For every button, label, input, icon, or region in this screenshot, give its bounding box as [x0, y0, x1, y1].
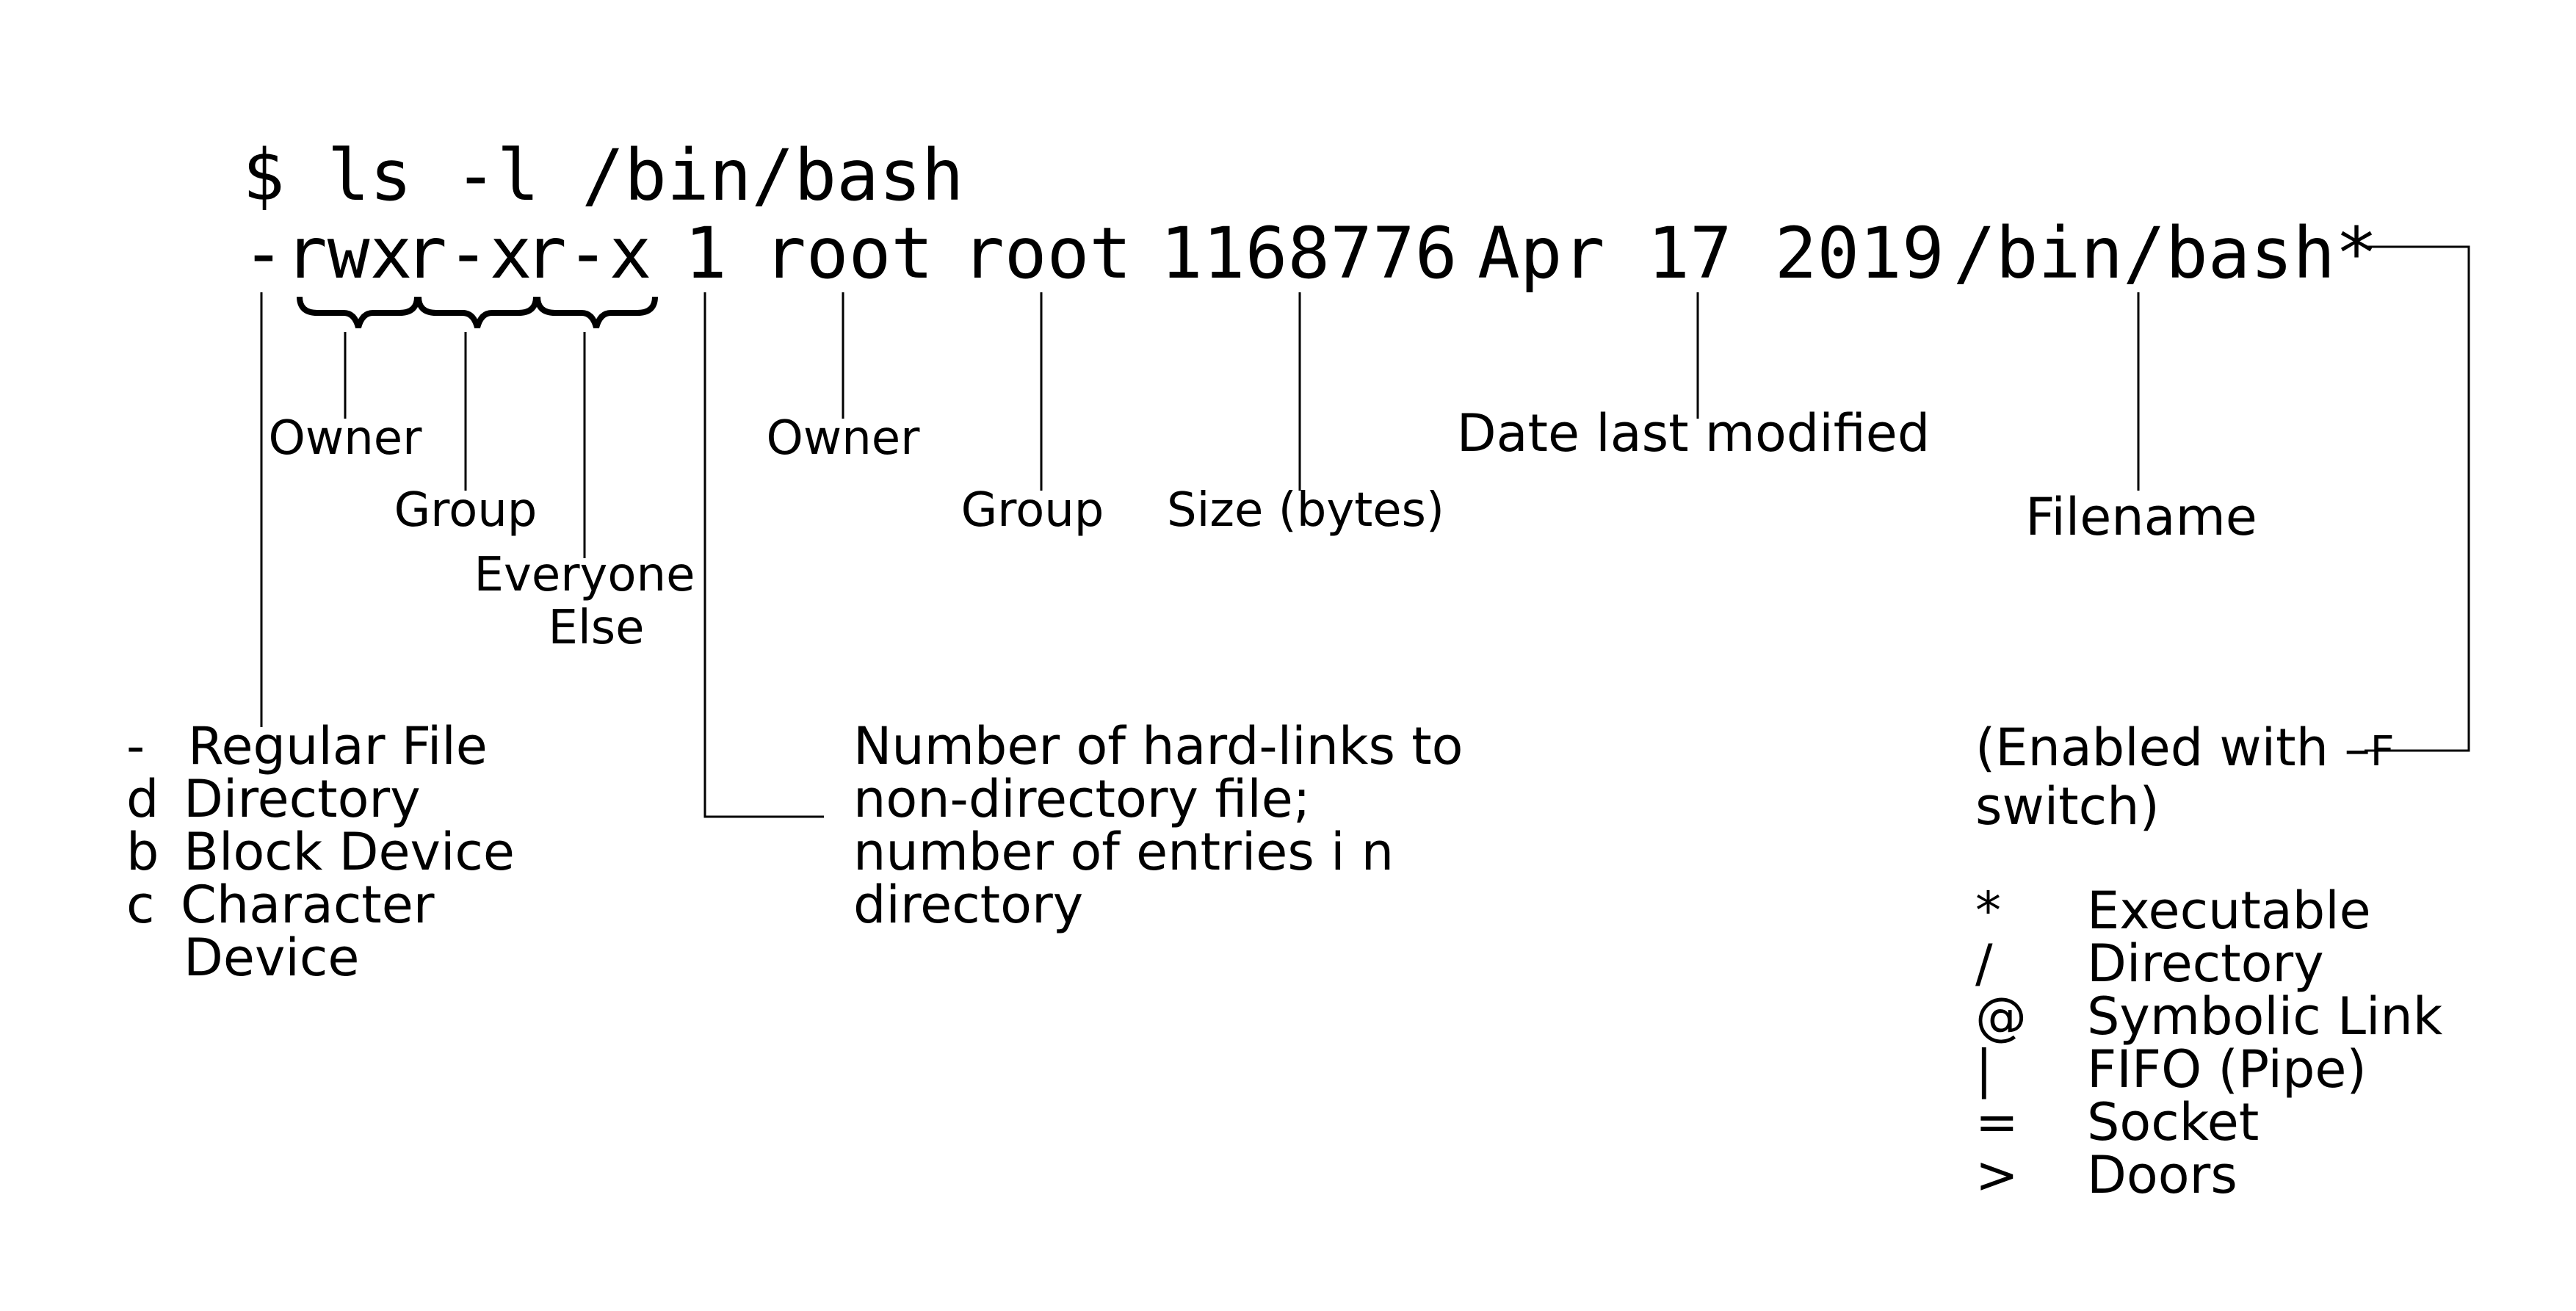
command-prompt: $ ls -l /bin/bash: [242, 134, 964, 217]
links-note-line: Number of hard-links to: [853, 716, 1463, 776]
switch-note-prefix: (Enabled with −F: [1975, 718, 2395, 778]
permission-braces: [297, 296, 658, 329]
indicator-meaning: Directory: [2087, 933, 2324, 994]
modified-date: Apr 17 2019: [1477, 212, 1944, 295]
label-perm-group: Group: [394, 483, 538, 538]
file-type-desc: Regular File: [188, 716, 488, 776]
file-type-desc: Character: [181, 875, 435, 935]
indicator-symbol: >: [1975, 1145, 2019, 1205]
file-type-code: b: [126, 822, 159, 882]
label-date: Date last modified: [1457, 403, 1931, 463]
file-type-code: c: [126, 875, 155, 935]
links-note-line: directory: [853, 875, 1083, 935]
indicator-meaning: Executable: [2087, 881, 2371, 941]
brace-other: [535, 296, 658, 329]
switch-note-line2: switch): [1975, 776, 2160, 837]
link-count: 1: [684, 212, 727, 295]
links-note-line: number of entries i n: [853, 822, 1394, 882]
links-note-line: non-directory file;: [853, 769, 1310, 829]
ls-output-line: - rwx r-x r-x 1 root root 1168776 Apr 17…: [242, 212, 2378, 295]
perm-other: r-x: [524, 212, 651, 295]
perm-group: r-x: [405, 212, 532, 295]
owner-name: root: [764, 212, 933, 295]
indicator-symbol: =: [1975, 1092, 2019, 1152]
indicator-meaning: Symbolic Link: [2087, 986, 2443, 1047]
file-type-code: -: [126, 716, 145, 776]
switch-note: (Enabled with −F switch): [1975, 718, 2395, 837]
ls-output-diagram: $ ls -l /bin/bash - rwx r-x r-x 1 root r…: [0, 0, 2576, 1311]
file-size: 1168776: [1160, 212, 1458, 295]
field-labels: Owner Group Everyone Else Owner Group Si…: [269, 403, 2257, 655]
label-perm-other-1: Everyone: [474, 548, 695, 602]
label-owner: Owner: [767, 411, 921, 466]
perm-owner: rwx: [285, 212, 412, 295]
brace-owner: [297, 296, 420, 329]
file-type-desc: Block Device: [184, 822, 515, 882]
indicator-legend: * Executable / Directory @ Symbolic Link…: [1975, 881, 2443, 1205]
indicator-symbol: @: [1975, 986, 2027, 1047]
indicator-meaning: Doors: [2087, 1145, 2237, 1205]
diagram-canvas: $ ls -l /bin/bash - rwx r-x r-x 1 root r…: [126, 134, 2470, 1205]
file-type-desc: Directory: [184, 769, 421, 829]
label-size: Size (bytes): [1167, 483, 1444, 538]
label-perm-owner: Owner: [269, 411, 423, 466]
label-group: Group: [961, 483, 1104, 538]
brace-group: [416, 296, 539, 329]
indicator-leader: [2365, 245, 2470, 752]
file-type-legend: - Regular File d Directory b Block Devic…: [126, 716, 515, 988]
group-name: root: [962, 212, 1132, 295]
file-type-char: -: [242, 212, 285, 295]
file-type-desc: Device: [184, 928, 359, 988]
indicator-meaning: Socket: [2087, 1092, 2259, 1152]
label-filename: Filename: [2025, 487, 2257, 547]
indicator-meaning: FIFO (Pipe): [2087, 1039, 2367, 1099]
switch-flag: −F: [2345, 728, 2394, 776]
file-name: /bin/bash*: [1953, 212, 2378, 295]
label-perm-other-2: Else: [549, 601, 645, 655]
file-type-code: d: [126, 769, 159, 829]
indicator-symbol: *: [1975, 881, 2001, 941]
indicator-symbol: /: [1975, 933, 1993, 994]
links-leader: [703, 292, 824, 818]
indicator-symbol: |: [1975, 1039, 1993, 1099]
links-note: Number of hard-links to non-directory fi…: [853, 716, 1463, 935]
